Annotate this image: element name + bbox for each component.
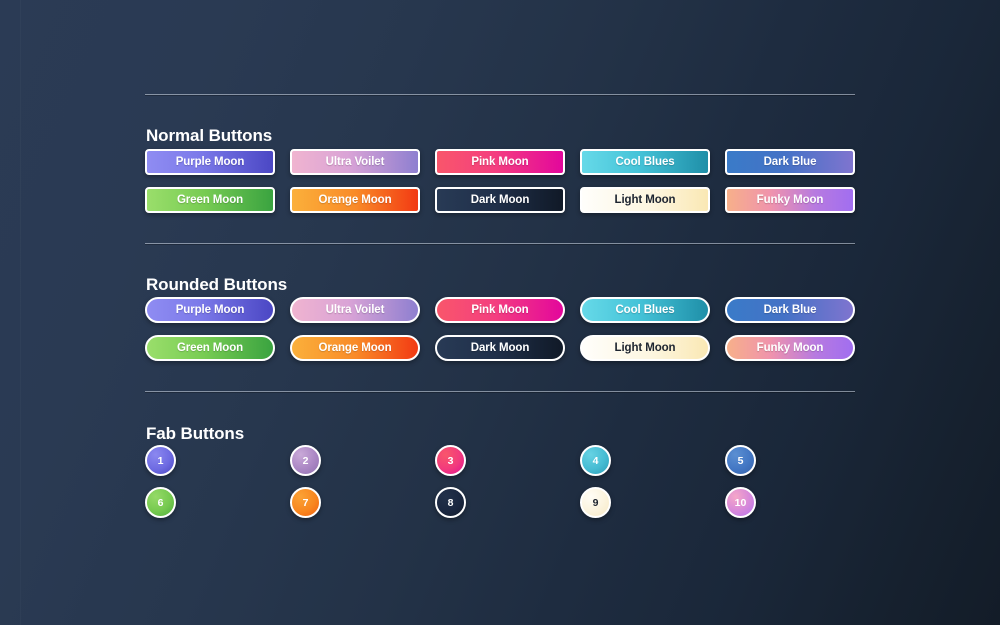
- fab-button-4[interactable]: 4: [580, 445, 611, 476]
- normal-button-label: Ultra Voilet: [325, 156, 385, 168]
- rounded-button-pink-moon[interactable]: Pink Moon: [435, 297, 565, 323]
- page-root: Normal Buttons Purple Moon Ultra Voilet Pi…: [0, 0, 1000, 625]
- section-title-fab-buttons: Fab Buttons: [146, 424, 245, 443]
- rounded-button-ultra-voilet[interactable]: Ultra Voilet: [290, 297, 420, 323]
- divider-middle: [145, 243, 855, 244]
- normal-button-ultra-voilet[interactable]: Ultra Voilet: [290, 149, 420, 175]
- rounded-button-light-moon[interactable]: Light Moon: [580, 335, 710, 361]
- rounded-button-funky-moon[interactable]: Funky Moon: [725, 335, 855, 361]
- rounded-button-label: Light Moon: [614, 342, 676, 354]
- fab-button-8[interactable]: 8: [435, 487, 466, 518]
- section-title-normal-buttons: Normal Buttons: [146, 126, 273, 145]
- fab-button-5[interactable]: 5: [725, 445, 756, 476]
- fab-button-10[interactable]: 10: [725, 487, 756, 518]
- normal-button-label: Orange Moon: [318, 194, 392, 206]
- rounded-button-green-moon[interactable]: Green Moon: [145, 335, 275, 361]
- fab-button-9[interactable]: 9: [580, 487, 611, 518]
- fab-button-label: 1: [157, 454, 164, 467]
- normal-button-pink-moon[interactable]: Pink Moon: [435, 149, 565, 175]
- normal-button-label: Green Moon: [176, 194, 244, 206]
- divider-bottom: [145, 391, 855, 392]
- normal-button-label: Dark Blue: [763, 156, 817, 168]
- normal-button-light-moon[interactable]: Light Moon: [580, 187, 710, 213]
- rounded-buttons-grid: Purple Moon Ultra Voilet Pink Moon Cool Blu…: [145, 297, 855, 361]
- rounded-button-purple-moon[interactable]: Purple Moon: [145, 297, 275, 323]
- normal-button-label: Light Moon: [614, 194, 676, 206]
- rounded-button-label: Purple Moon: [175, 304, 245, 316]
- rounded-button-label: Dark Moon: [470, 342, 530, 354]
- normal-button-dark-blue[interactable]: Dark Blue: [725, 149, 855, 175]
- rounded-button-cool-blues[interactable]: Cool Blues: [580, 297, 710, 323]
- normal-button-label: Funky Moon: [756, 194, 824, 206]
- fab-button-label: 5: [737, 454, 744, 467]
- fab-button-label: 4: [592, 454, 599, 467]
- fab-button-1[interactable]: 1: [145, 445, 176, 476]
- normal-button-cool-blues[interactable]: Cool Blues: [580, 149, 710, 175]
- fab-button-label: 9: [592, 496, 599, 509]
- divider-top: [145, 94, 855, 95]
- fab-button-3[interactable]: 3: [435, 445, 466, 476]
- rounded-button-dark-moon[interactable]: Dark Moon: [435, 335, 565, 361]
- fab-button-2[interactable]: 2: [290, 445, 321, 476]
- rounded-button-label: Ultra Voilet: [325, 304, 385, 316]
- rounded-button-label: Dark Blue: [763, 304, 817, 316]
- fab-button-label: 8: [447, 496, 454, 509]
- fab-buttons-grid: 1 2 3 4 5 6 7 8 9 10: [145, 445, 855, 518]
- fab-button-label: 3: [447, 454, 454, 467]
- fab-button-label: 6: [157, 496, 164, 509]
- normal-buttons-grid: Purple Moon Ultra Voilet Pink Moon Cool Blu…: [145, 149, 855, 213]
- rounded-button-orange-moon[interactable]: Orange Moon: [290, 335, 420, 361]
- fab-button-7[interactable]: 7: [290, 487, 321, 518]
- fab-button-label: 10: [734, 496, 747, 509]
- normal-button-dark-moon[interactable]: Dark Moon: [435, 187, 565, 213]
- normal-button-orange-moon[interactable]: Orange Moon: [290, 187, 420, 213]
- content-column: Normal Buttons Purple Moon Ultra Voilet Pi…: [145, 0, 855, 625]
- rounded-button-dark-blue[interactable]: Dark Blue: [725, 297, 855, 323]
- fab-button-label: 2: [302, 454, 309, 467]
- rounded-button-label: Pink Moon: [471, 304, 529, 316]
- section-title-rounded-buttons: Rounded Buttons: [146, 275, 288, 294]
- normal-button-label: Dark Moon: [470, 194, 530, 206]
- normal-button-purple-moon[interactable]: Purple Moon: [145, 149, 275, 175]
- normal-button-label: Pink Moon: [471, 156, 529, 168]
- normal-button-funky-moon[interactable]: Funky Moon: [725, 187, 855, 213]
- fab-button-6[interactable]: 6: [145, 487, 176, 518]
- normal-button-label: Purple Moon: [175, 156, 245, 168]
- fab-button-label: 7: [302, 496, 309, 509]
- rounded-button-label: Funky Moon: [756, 342, 824, 354]
- normal-button-label: Cool Blues: [615, 156, 675, 168]
- rounded-button-label: Orange Moon: [318, 342, 392, 354]
- normal-button-green-moon[interactable]: Green Moon: [145, 187, 275, 213]
- rounded-button-label: Cool Blues: [615, 304, 675, 316]
- rounded-button-label: Green Moon: [176, 342, 244, 354]
